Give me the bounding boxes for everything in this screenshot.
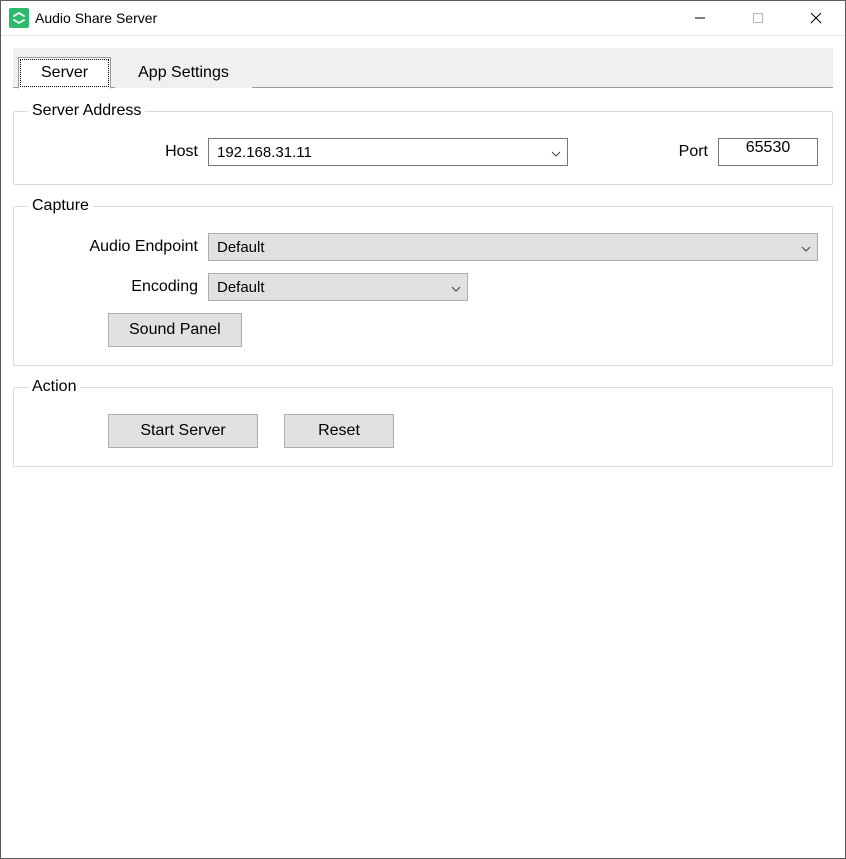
host-combobox[interactable]: 192.168.31.11 [208,138,568,166]
reset-button[interactable]: Reset [284,414,394,448]
start-server-button[interactable]: Start Server [108,414,258,448]
encoding-value: Default [217,279,265,296]
app-window: Audio Share Server Server App Settings S… [0,0,846,859]
sound-panel-button[interactable]: Sound Panel [108,313,242,347]
legend-capture: Capture [28,197,93,215]
port-value: 65530 [746,139,791,156]
close-button[interactable] [787,1,845,36]
tab-app-settings[interactable]: App Settings [115,57,252,88]
endpoint-value: Default [217,239,265,256]
group-action: Action Start Server Reset [13,378,833,467]
encoding-label: Encoding [28,278,208,296]
port-label: Port [659,143,718,161]
endpoint-label: Audio Endpoint [28,238,208,256]
window-title: Audio Share Server [35,10,157,26]
chevron-down-icon [551,144,561,161]
host-label: Host [28,143,208,161]
chevron-down-icon [801,239,811,256]
tab-server[interactable]: Server [18,57,111,89]
chevron-down-icon [451,279,461,296]
host-value: 192.168.31.11 [217,144,312,161]
legend-server-address: Server Address [28,102,145,120]
group-server-address: Server Address Host 192.168.31.11 Port 6… [13,102,833,185]
group-capture: Capture Audio Endpoint Default Encoding [13,197,833,366]
encoding-combobox[interactable]: Default [208,273,468,301]
client-area: Server App Settings Server Address Host … [1,36,845,858]
titlebar[interactable]: Audio Share Server [1,1,845,36]
maximize-button [729,1,787,36]
legend-action: Action [28,378,80,396]
port-input[interactable]: 65530 [718,138,818,166]
app-icon [9,8,29,28]
minimize-button[interactable] [671,1,729,36]
endpoint-combobox[interactable]: Default [208,233,818,261]
tab-strip: Server App Settings [13,48,833,88]
